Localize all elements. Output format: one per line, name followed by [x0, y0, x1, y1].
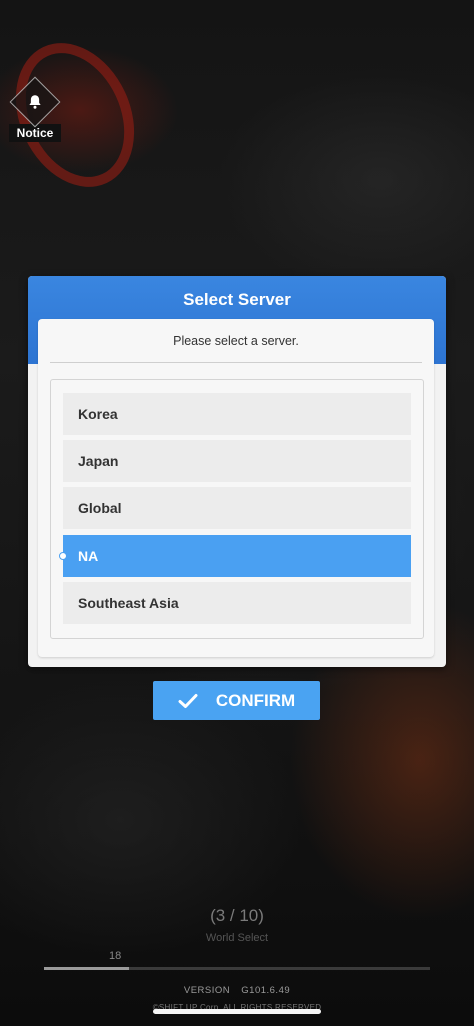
confirm-label: CONFIRM	[215, 690, 296, 710]
server-option-southeast-asia[interactable]: Southeast Asia	[63, 582, 411, 624]
server-option-japan[interactable]: Japan	[63, 440, 411, 482]
version-number: G101.6.49	[241, 985, 291, 996]
dialog-title: Select Server	[183, 290, 291, 309]
progress-fill	[44, 967, 129, 970]
selected-indicator-icon	[59, 552, 67, 560]
version-label: VERSION	[183, 985, 231, 996]
server-option-korea[interactable]: Korea	[63, 393, 411, 435]
checkmark-icon	[178, 693, 198, 708]
confirm-button[interactable]: CONFIRM	[153, 681, 320, 720]
server-label: Global	[78, 500, 122, 516]
step-label: World Select	[205, 932, 269, 944]
home-indicator[interactable]	[153, 1009, 321, 1014]
progress-bar	[44, 967, 430, 970]
progress-value: 18	[109, 950, 122, 962]
notice-frame	[9, 76, 61, 128]
server-label: NA	[78, 548, 99, 564]
dialog-prompt: Please select a server.	[173, 334, 299, 348]
divider	[50, 362, 422, 363]
server-label: Japan	[78, 453, 119, 469]
bell-icon	[29, 95, 41, 109]
dialog-body: Please select a server. Korea Japan Glob…	[38, 319, 434, 657]
notice-button[interactable]: Notice	[6, 76, 64, 142]
step-counter: (3 / 10)	[210, 906, 264, 925]
select-server-dialog: Select Server Please select a server. Ko…	[28, 276, 446, 667]
server-list: Korea Japan Global NA Southeast Asia	[50, 379, 424, 639]
server-label: Southeast Asia	[78, 595, 179, 611]
server-option-na[interactable]: NA	[59, 535, 411, 577]
server-option-global[interactable]: Global	[63, 487, 411, 529]
server-label: Korea	[78, 406, 118, 422]
version-info: VERSION G101.6.49	[0, 985, 474, 996]
